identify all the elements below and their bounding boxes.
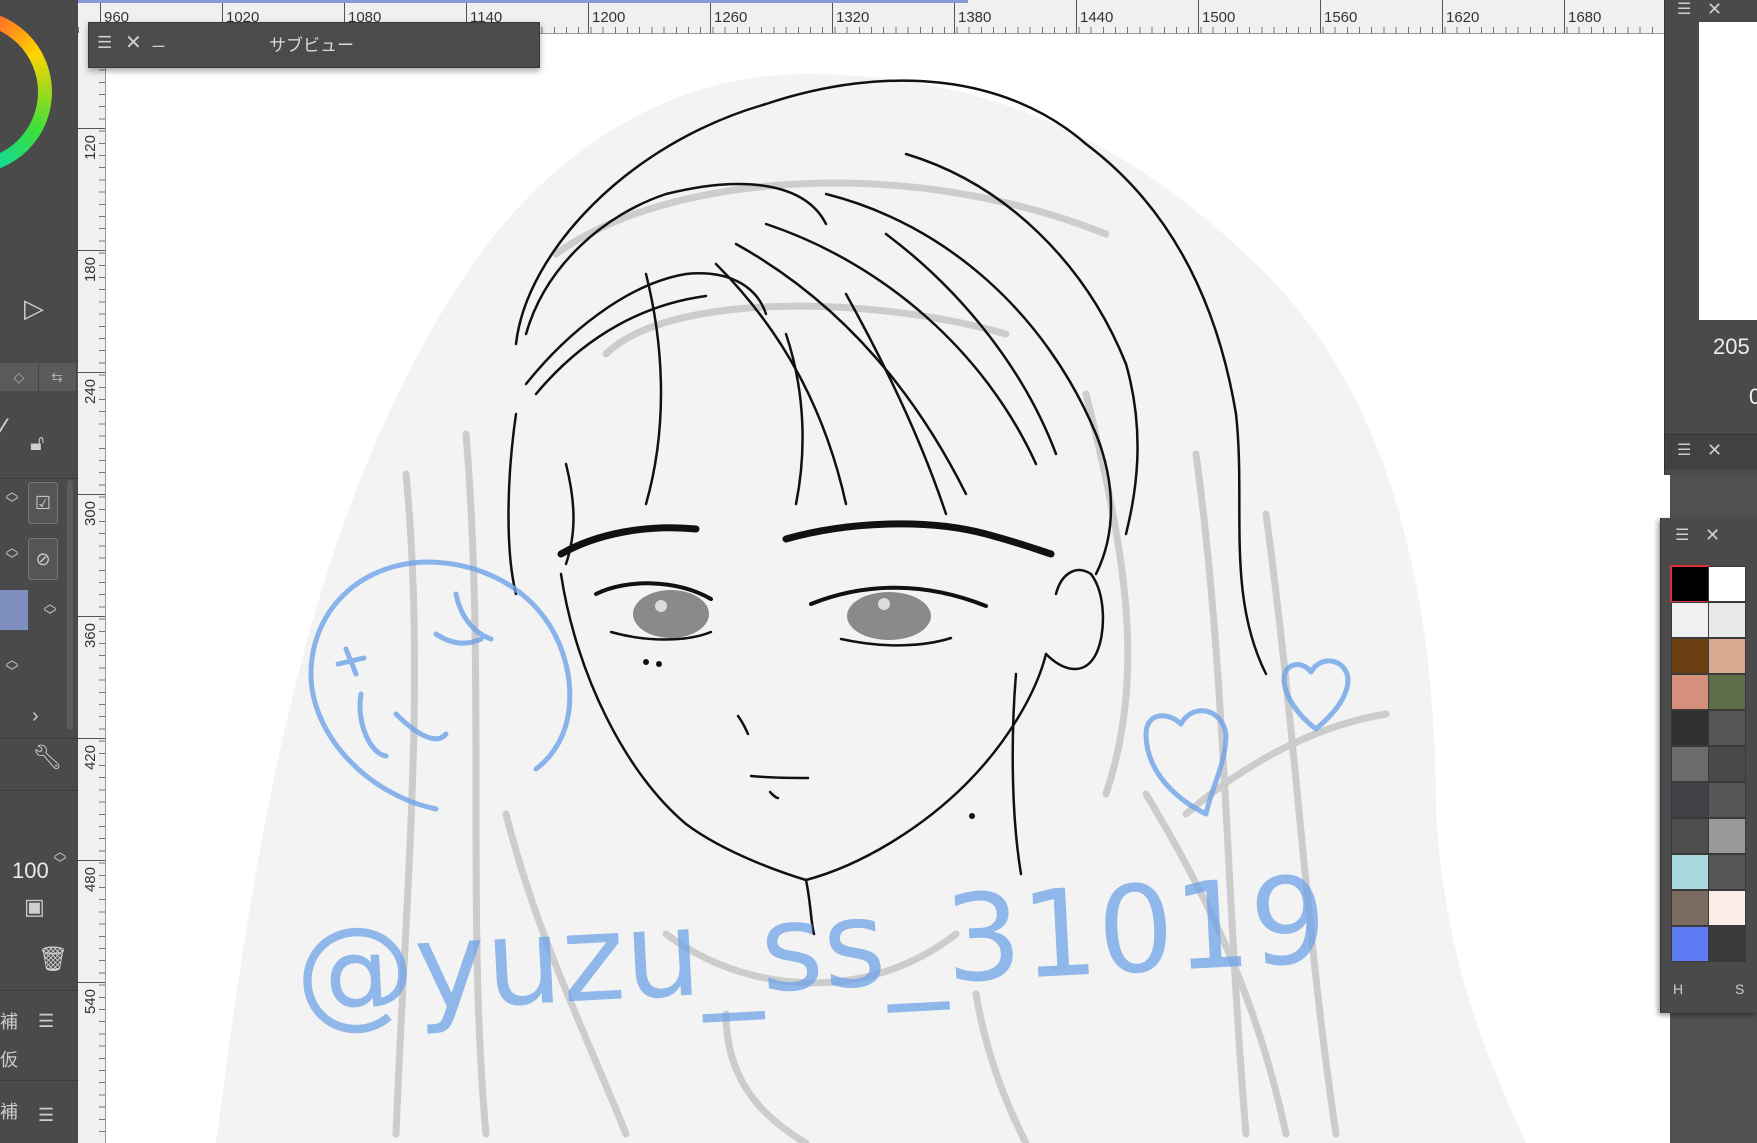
ruler-tick-label: 420 (78, 738, 105, 770)
tab-saturation[interactable]: S (1735, 981, 1744, 997)
minimize-icon[interactable]: _ (153, 27, 164, 47)
color-swatch[interactable] (1671, 746, 1709, 782)
ruler-tick-label: 240 (78, 372, 105, 404)
opacity-value[interactable]: 100 (12, 858, 49, 884)
effect-toggle[interactable]: ⊘ (28, 538, 58, 580)
ruler-tick-label: 480 (78, 860, 105, 892)
ruler-tick-label: 1680 (1564, 0, 1601, 33)
color-swatch[interactable] (1708, 926, 1746, 962)
color-swatch[interactable] (1708, 746, 1746, 782)
ruler-tick-label: 120 (78, 128, 105, 160)
brush-stroke-icon: ⁄ (0, 413, 6, 446)
menu-icon[interactable]: ☰ (1675, 528, 1689, 544)
close-icon[interactable]: ✕ (125, 33, 142, 53)
mask-icon[interactable]: ▣ (24, 896, 45, 918)
color-swatch[interactable] (1671, 674, 1709, 710)
ruler-tick-label: 300 (78, 494, 105, 526)
menu-icon[interactable]: ☰ (38, 1012, 54, 1030)
blend-stepper[interactable]: ︿ ﹀ (2, 653, 22, 678)
tab-tool[interactable]: ◇ (0, 363, 39, 391)
layer-label-2: 仮 (0, 1050, 18, 1070)
ruler-tick-label: 1380 (954, 0, 991, 33)
opacity-stepper[interactable]: ︿ ﹀ (2, 541, 22, 566)
tab-hue[interactable]: H (1673, 981, 1683, 997)
layer-label-3: 補 (0, 1102, 18, 1122)
color-swatch[interactable] (1708, 710, 1746, 746)
color-swatch[interactable] (1671, 818, 1709, 854)
color-swatch[interactable] (1708, 566, 1746, 602)
opacity-value-stepper[interactable]: ︿ ﹀ (50, 845, 70, 870)
color-swatch[interactable] (1708, 854, 1746, 890)
wrench-icon[interactable]: 🔧︎ (32, 746, 62, 770)
vertical-ruler: 120 180 240 300 360 420 480 540 (78, 33, 106, 1143)
subview-title: サブビュー (269, 36, 354, 55)
lock-icon[interactable]: 🔓︎ (30, 432, 44, 454)
subview-panel[interactable]: ☰ ✕ _ サブビュー (88, 22, 540, 68)
color-swatch[interactable] (1708, 638, 1746, 674)
pressure-toggle[interactable]: ☑ (28, 482, 58, 524)
panel-scrollbar[interactable] (67, 480, 73, 730)
color-swatch[interactable] (1671, 782, 1709, 818)
color-swatch[interactable] (1708, 602, 1746, 638)
color-swatch[interactable] (1708, 674, 1746, 710)
color-wheel[interactable] (0, 10, 52, 174)
ruler-tick-label: 1620 (1442, 0, 1479, 33)
ruler-tick-label: 540 (78, 982, 105, 1014)
ruler-tick-label: 1260 (710, 0, 747, 33)
color-set-panel: ☰ ✕ H S (1660, 518, 1757, 1013)
tab-link[interactable]: ⇆ (38, 363, 77, 391)
ruler-tick-label: 1440 (1076, 0, 1113, 33)
menu-icon[interactable]: ☰ (97, 34, 112, 51)
navigator-panel: ☰ ✕ 205 0 ☰ ✕ (1664, 0, 1757, 475)
ruler-tick-label: 1320 (832, 0, 869, 33)
drawing-canvas[interactable]: @yuzu_ss_31019 (106, 34, 1670, 1143)
artwork: @yuzu_ss_31019 (216, 74, 1526, 1143)
color-swatch[interactable] (1708, 890, 1746, 926)
color-swatch[interactable] (1670, 565, 1710, 603)
brush-preview[interactable] (0, 590, 28, 630)
close-icon[interactable]: ✕ (1705, 526, 1720, 544)
color-swatch[interactable] (1671, 854, 1709, 890)
ruler-tick-label: 180 (78, 250, 105, 282)
ruler-tick-label: 1560 (1320, 0, 1357, 33)
ruler-highlight (78, 0, 968, 3)
layer-label-1: 補 (0, 1012, 18, 1032)
size-stepper[interactable]: ︿ ﹀ (2, 485, 22, 510)
color-swatch[interactable] (1671, 710, 1709, 746)
color-swatch[interactable] (1671, 890, 1709, 926)
tool-property-panel: ▷ ◇ ⇆ ⁄ 🔓︎ ︿ ﹀ ☑ ︿ ﹀ ⊘ ︿ ﹀ ︿ ﹀ › 🔧︎ 100 ︿ ﹀ ▣… (0, 0, 79, 1143)
trash-icon[interactable]: 🗑︎ (38, 948, 68, 972)
color-swatch[interactable] (1671, 638, 1709, 674)
panel-tabs: ◇ ⇆ (0, 363, 78, 391)
expand-arrow-icon[interactable]: › (32, 706, 39, 726)
zoom-value[interactable]: 205 (1713, 334, 1750, 360)
ruler-tick-label: 360 (78, 616, 105, 648)
color-swatch[interactable] (1671, 926, 1709, 962)
close-icon[interactable]: ✕ (1707, 441, 1722, 459)
navigator-preview[interactable] (1699, 22, 1757, 320)
panel-header: ☰ ✕ (1665, 434, 1757, 469)
close-icon[interactable]: ✕ (1707, 0, 1722, 18)
color-swatch[interactable] (1708, 782, 1746, 818)
menu-icon[interactable]: ☰ (1677, 2, 1691, 18)
menu-icon[interactable]: ☰ (1677, 443, 1691, 459)
menu-icon[interactable]: ☰ (38, 1106, 54, 1124)
density-stepper[interactable]: ︿ ﹀ (40, 597, 60, 622)
rotation-value[interactable]: 0 (1749, 384, 1757, 410)
play-icon[interactable]: ▷ (24, 295, 44, 321)
ruler-tick-label: 1500 (1198, 0, 1235, 33)
color-swatch[interactable] (1708, 818, 1746, 854)
color-swatch[interactable] (1671, 602, 1709, 638)
ruler-tick-label: 1200 (588, 0, 625, 33)
